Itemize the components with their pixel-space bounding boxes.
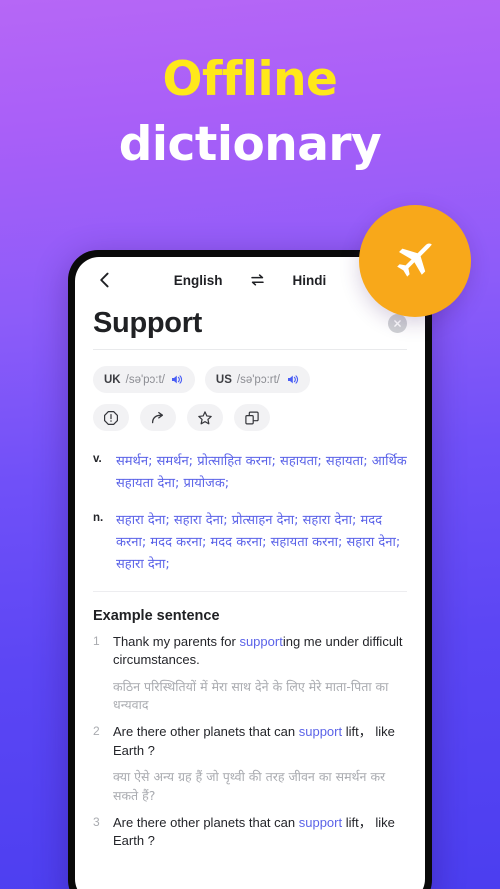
- example-hindi: क्या ऐसे अन्य ग्रह हैं जो पृथ्वी की तरह …: [113, 769, 386, 803]
- pronunciation-chip-uk[interactable]: UK /sə'pɔ:t/: [93, 366, 195, 393]
- copy-icon: [245, 411, 259, 425]
- share-button[interactable]: [140, 404, 176, 431]
- example-number: 1: [93, 633, 100, 648]
- speaker-icon-glyph: [172, 375, 183, 384]
- examples-heading: Example sentence: [93, 607, 220, 624]
- report-octagon-icon: [104, 410, 118, 425]
- favorite-button[interactable]: [187, 404, 223, 431]
- language-selector: English Hindi: [117, 271, 383, 289]
- target-language-label[interactable]: Hindi: [293, 273, 327, 288]
- pronunciation-chip-us[interactable]: US /sə'pɔ:rt/: [204, 366, 310, 393]
- pronunciation-ipa-us: /sə'pɔ:rt/: [236, 373, 280, 386]
- airplane-icon: [397, 243, 432, 277]
- examples-section: Example sentence 1 Thank my parents for …: [75, 592, 425, 851]
- speaker-icon[interactable]: [285, 373, 299, 387]
- example-text-before: Are there other planets that can: [113, 814, 299, 830]
- phone-screen: English Hindi Support UK /sə'pɔ:t/ US /s…: [75, 257, 425, 889]
- copy-button[interactable]: [234, 404, 270, 431]
- definition-entry: v. समर्थन; समर्थन; प्रोत्साहित करना; सहा…: [93, 451, 407, 496]
- airplane-badge: [359, 205, 471, 317]
- example-number: 2: [93, 724, 100, 739]
- example-text-before: Thank my parents for: [113, 633, 240, 649]
- source-language-label[interactable]: English: [174, 273, 223, 288]
- close-icon: [394, 320, 401, 327]
- definition-text: समर्थन; समर्थन; प्रोत्साहित करना; सहायता…: [116, 454, 407, 492]
- swap-languages-button[interactable]: [249, 271, 267, 289]
- speaker-icon[interactable]: [170, 373, 184, 387]
- example-item: 3 Are there other planets that can suppo…: [93, 814, 407, 851]
- chevron-left-icon: [100, 272, 109, 288]
- pronunciation-region-us: US: [215, 373, 232, 386]
- hero-line-offline: Offline: [162, 52, 338, 107]
- example-keyword[interactable]: support: [239, 634, 282, 649]
- example-item: 1 Thank my parents for supporting me und…: [93, 633, 407, 721]
- back-button[interactable]: [93, 268, 117, 292]
- report-button[interactable]: [93, 404, 129, 431]
- hero-headline: Offline dictionary: [0, 56, 500, 168]
- example-text-before: Are there other planets that can: [113, 724, 299, 740]
- example-body: Are there other planets that can support…: [113, 723, 407, 811]
- definition-entry: n. सहारा देना; सहारा देना; प्रोत्साहन दे…: [93, 510, 407, 577]
- pronunciation-row: UK /sə'pɔ:t/ US /sə'pɔ:rt/: [75, 350, 425, 393]
- pronunciation-region-uk: UK: [104, 373, 121, 386]
- hero-line-dictionary: dictionary: [118, 117, 382, 172]
- example-item: 2 Are there other planets that can suppo…: [93, 723, 407, 811]
- part-of-speech: v.: [93, 453, 102, 465]
- swap-horizontal-icon: [251, 273, 264, 286]
- clear-button[interactable]: [388, 314, 407, 333]
- speaker-icon-glyph: [287, 375, 298, 384]
- share-arrow-icon: [151, 411, 164, 423]
- example-number: 3: [93, 814, 100, 829]
- star-icon: [198, 410, 212, 424]
- phone-mockup: English Hindi Support UK /sə'pɔ:t/ US /s…: [68, 250, 432, 889]
- action-row: [75, 393, 425, 431]
- example-english: Are there other planets that can support…: [113, 814, 407, 851]
- example-english: Thank my parents for supporting me under…: [113, 633, 407, 670]
- word-header: Support: [75, 303, 425, 340]
- example-english: Are there other planets that can support…: [113, 723, 407, 760]
- definition-text: सहारा देना; सहारा देना; प्रोत्साहन देना;…: [116, 512, 401, 573]
- page-title: Support: [93, 307, 203, 339]
- part-of-speech: n.: [93, 511, 104, 524]
- definitions-list: v. समर्थन; समर्थन; प्रोत्साहित करना; सहा…: [75, 431, 425, 577]
- example-body: Thank my parents for supporting me under…: [113, 633, 407, 721]
- pronunciation-ipa-uk: /sə'pɔ:t/: [125, 373, 165, 386]
- example-keyword[interactable]: support: [299, 724, 342, 739]
- example-keyword[interactable]: support: [299, 815, 342, 830]
- example-body: Are there other planets that can support…: [113, 814, 407, 851]
- example-hindi: कठिन परिस्थितियों में मेरा साथ देने के ल…: [113, 678, 389, 713]
